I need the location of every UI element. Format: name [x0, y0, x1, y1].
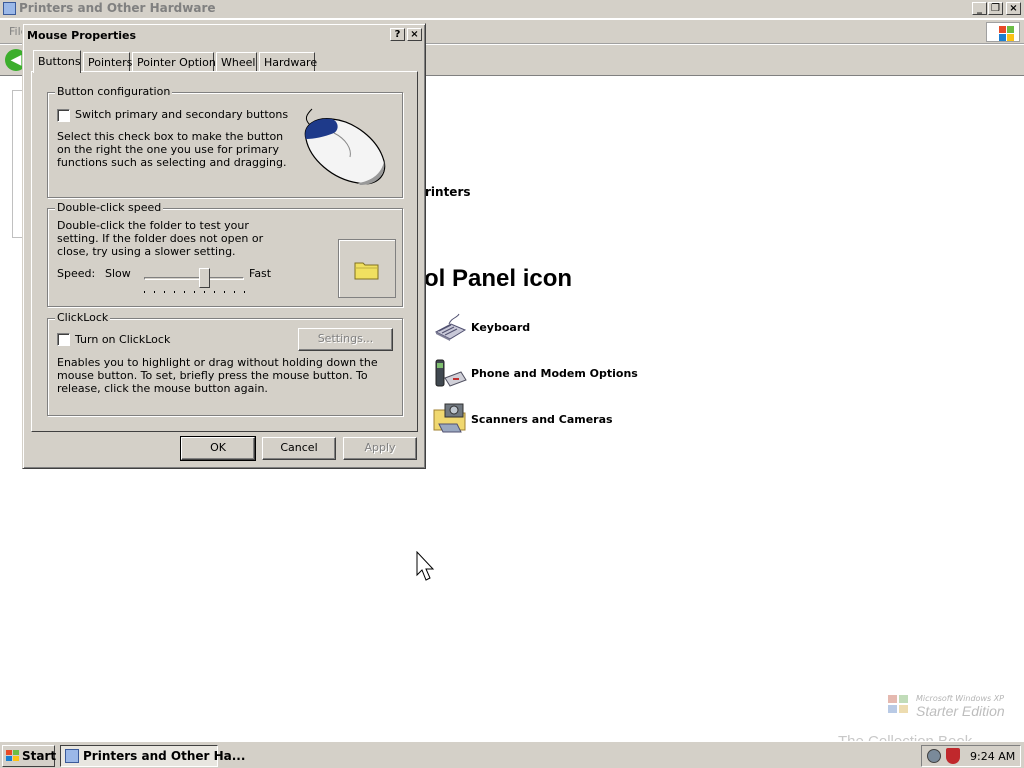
- clicklock-checkbox[interactable]: [57, 333, 70, 346]
- windows-start-icon: [6, 750, 19, 761]
- double-click-description: Double-click the folder to test your set…: [57, 219, 264, 258]
- clicklock-group: ClickLock Turn on ClickLock Settings... …: [47, 311, 403, 416]
- network-icon[interactable]: [927, 749, 941, 763]
- speed-label: Speed:: [57, 267, 96, 280]
- ok-button[interactable]: OK: [180, 436, 256, 461]
- start-label: Start: [22, 749, 57, 763]
- system-tray: 9:24 AM: [921, 745, 1021, 767]
- slider-tick: [184, 291, 185, 293]
- tab-buttons[interactable]: Buttons: [33, 50, 81, 73]
- tab-hardware[interactable]: Hardware: [259, 52, 317, 72]
- mouse-pointer-icon: [416, 551, 435, 581]
- mouse-icon: [304, 108, 386, 185]
- slow-label: Slow: [105, 267, 131, 280]
- apply-button[interactable]: Apply: [343, 437, 417, 460]
- printers-link[interactable]: rinters: [425, 185, 471, 199]
- windows-flag-watermark-icon: [888, 695, 908, 713]
- clock[interactable]: 9:24 AM: [970, 750, 1015, 763]
- slider-tick: [164, 291, 165, 293]
- double-click-test-area[interactable]: [338, 239, 396, 298]
- tab-wheel[interactable]: Wheel: [216, 52, 257, 72]
- help-button[interactable]: ?: [390, 28, 405, 41]
- double-click-speed-group: Double-click speed Double-click the fold…: [47, 201, 403, 307]
- buttons-tab-panel: Button configuration Switch primary and …: [31, 71, 418, 432]
- start-button[interactable]: Start: [2, 745, 57, 767]
- watermark-big-text: Starter Edition: [916, 703, 1005, 719]
- slider-tick: [224, 291, 225, 293]
- tab-pointers[interactable]: Pointers: [83, 52, 132, 72]
- starter-edition-watermark: Microsoft Windows XP Starter Edition: [886, 690, 1016, 720]
- slider-tick: [174, 291, 175, 293]
- clicklock-label[interactable]: Turn on ClickLock: [75, 333, 170, 346]
- tab-pointer-options[interactable]: Pointer Options: [132, 52, 222, 72]
- explorer-title: Printers and Other Hardware: [19, 1, 216, 15]
- button-configuration-group: Button configuration Switch primary and …: [47, 85, 403, 198]
- dialog-title-bar[interactable]: Mouse Properties ? ×: [26, 27, 422, 45]
- slider-tick: [244, 291, 245, 293]
- phone-icon: [435, 359, 467, 387]
- taskbar-item-printers[interactable]: Printers and Other Ha...: [60, 745, 245, 767]
- slider-tick: [144, 291, 145, 293]
- cp-label-keyboard: Keyboard: [471, 321, 531, 334]
- dialog-close-button[interactable]: ×: [407, 28, 422, 41]
- restore-button[interactable]: ❐: [988, 2, 1003, 15]
- switch-buttons-label[interactable]: Switch primary and secondary buttons: [75, 108, 288, 121]
- cp-label-phone-modem: Phone and Modem Options: [471, 367, 638, 380]
- watermark-small-text: Microsoft Windows XP: [916, 694, 1004, 703]
- slider-thumb[interactable]: [199, 268, 210, 288]
- control-panel-heading: ol Panel icon: [424, 265, 573, 292]
- explorer-title-bar[interactable]: Printers and Other Hardware _ ❐ ×: [0, 0, 1024, 18]
- folder-window-icon: [3, 2, 16, 15]
- taskbar-item-label: Printers and Other Ha...: [83, 749, 246, 763]
- clicklock-legend: ClickLock: [55, 311, 111, 324]
- slider-tick: [214, 291, 215, 293]
- slider-tick: [234, 291, 235, 293]
- switch-buttons-description: Select this check box to make the button…: [57, 130, 287, 169]
- switch-buttons-checkbox[interactable]: [57, 109, 70, 122]
- slider-tick: [204, 291, 205, 293]
- clicklock-description: Enables you to highlight or drag without…: [57, 356, 378, 395]
- button-configuration-legend: Button configuration: [55, 85, 173, 98]
- keyboard-icon: [434, 313, 467, 341]
- explorer-close-button[interactable]: ×: [1006, 2, 1021, 15]
- mouse-properties-dialog: Mouse Properties ? × Buttons Pointers Po…: [22, 23, 426, 469]
- cp-label-scanners-cameras: Scanners and Cameras: [471, 413, 613, 426]
- fast-label: Fast: [249, 267, 272, 280]
- taskbar: Start Printers and Other Ha... 9:24 AM: [0, 741, 1024, 768]
- clicklock-settings-button[interactable]: Settings...: [298, 328, 393, 351]
- security-shield-icon[interactable]: [946, 748, 960, 764]
- minimize-button[interactable]: _: [972, 2, 987, 15]
- scanner-icon: [433, 403, 466, 433]
- windows-flag-icon: [986, 22, 1020, 42]
- folder-window-icon: [65, 749, 79, 763]
- slider-tick: [194, 291, 195, 293]
- slider-tick: [154, 291, 155, 293]
- double-click-speed-slider[interactable]: [144, 277, 244, 280]
- double-click-speed-legend: Double-click speed: [55, 201, 164, 214]
- dialog-title: Mouse Properties: [27, 29, 137, 42]
- folder-icon: [354, 262, 379, 280]
- cancel-button[interactable]: Cancel: [262, 437, 336, 460]
